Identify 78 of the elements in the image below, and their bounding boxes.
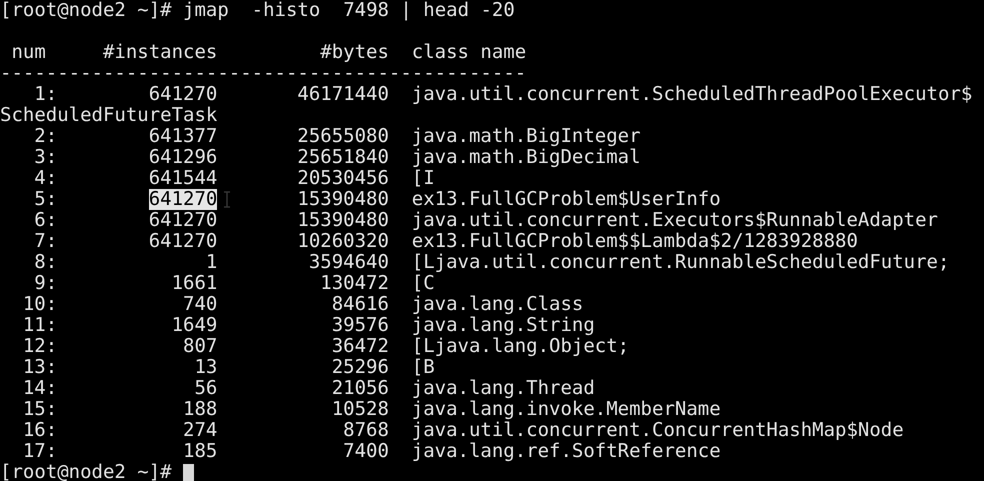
table-cell-text: [Ljava.util.concurrent.RunnableScheduledFuture; <box>412 252 950 273</box>
cursor-icon <box>183 464 194 481</box>
column-header: #bytes <box>320 42 389 63</box>
table-cell: 188 <box>183 399 218 420</box>
text-cursor-icon <box>223 191 232 208</box>
table-cell: 1649 <box>172 315 218 336</box>
table-cell: 3: <box>34 147 58 168</box>
table-cell-text: [I <box>412 168 435 189</box>
table-cell-text: java.util.concurrent.ScheduledThreadPoolExecutor$ <box>412 84 974 105</box>
table-cell-text: java.util.concurrent.ConcurrentHashMap$Node <box>412 420 905 441</box>
table-cell: 46171440 <box>297 84 389 105</box>
table-cell: 17: <box>22 441 58 462</box>
table-cell: 39576 <box>332 315 389 336</box>
table-cell-text: java.lang.ref.SoftReference <box>412 441 722 462</box>
table-cell: 740 <box>183 294 218 315</box>
table-cell: 641377 <box>148 126 218 147</box>
table-cell-text: java.math.BigDecimal <box>412 147 642 168</box>
table-cell: 5: <box>34 189 58 210</box>
table-cell: 20530456 <box>297 168 389 189</box>
table-cell: 185 <box>183 441 218 462</box>
table-cell: 25651840 <box>297 147 389 168</box>
table-cell-text: java.lang.Class <box>412 294 584 315</box>
table-cell: 7: <box>34 231 58 252</box>
table-cell: 10: <box>22 294 58 315</box>
table-cell: ScheduledFutureTask <box>0 105 218 126</box>
table-cell: 4: <box>34 168 58 189</box>
table-cell-text: java.lang.Thread <box>412 378 596 399</box>
table-cell: 16: <box>22 420 58 441</box>
table-cell: 11: <box>22 315 58 336</box>
table-cell: 9: <box>34 273 58 294</box>
table-cell: 6: <box>34 210 58 231</box>
table-cell-text: [Ljava.lang.Object; <box>412 336 630 357</box>
table-cell-text: ex13.FullGCProblem$UserInfo <box>412 189 722 210</box>
table-cell: 10528 <box>332 399 389 420</box>
table-cell: 274 <box>183 420 218 441</box>
column-header: num <box>10 42 46 63</box>
table-cell-text: java.math.BigInteger <box>412 126 642 147</box>
table-cell: 13 <box>194 357 218 378</box>
table-cell: 641270 <box>148 210 218 231</box>
table-cell: 1661 <box>172 273 218 294</box>
table-cell: 12: <box>22 336 58 357</box>
prompt-text: [root@node2 ~]# <box>0 462 172 481</box>
table-cell: 14: <box>22 378 58 399</box>
table-cell: 3594640 <box>308 252 389 273</box>
table-cell: 56 <box>194 378 218 399</box>
table-cell-text: java.lang.invoke.MemberName <box>412 399 722 420</box>
table-cell: 1: <box>34 84 58 105</box>
table-cell: 807 <box>183 336 218 357</box>
table-cell: 21056 <box>332 378 389 399</box>
table-cell: 641270 <box>148 84 218 105</box>
table-cell-text: [B <box>412 357 435 378</box>
table-cell-text: [C <box>412 273 436 294</box>
table-cell: 2: <box>34 126 58 147</box>
table-cell: 25655080 <box>297 126 389 147</box>
table-cell: 641270 <box>148 231 218 252</box>
table-cell: 641544 <box>148 168 218 189</box>
table-cell: 15390480 <box>297 189 389 210</box>
table-cell: 7400 <box>343 441 389 462</box>
table-cell-text: ex13.FullGCProblem$$Lambda$2/1283928880 <box>412 231 859 252</box>
table-cell: 13: <box>22 357 58 378</box>
prompt-text: [root@node2 ~]# <box>0 0 172 21</box>
command-text: jmap -histo 7498 | head -20 <box>183 0 515 21</box>
table-cell: 8768 <box>343 420 389 441</box>
column-header: #instances <box>102 42 218 63</box>
table-cell: 15390480 <box>297 210 389 231</box>
column-header: class name <box>412 42 528 63</box>
table-cell: 25296 <box>332 357 389 378</box>
table-cell: 10260320 <box>297 231 389 252</box>
table-cell-text: java.lang.String <box>412 315 596 336</box>
table-cell: 15: <box>22 399 58 420</box>
table-cell-text: java.util.concurrent.Executors$RunnableAdapter <box>412 210 939 231</box>
table-cell: 641296 <box>148 147 218 168</box>
table-cell: 130472 <box>320 273 389 294</box>
separator-text: ---------------------------------------------- <box>0 63 526 84</box>
table-cell: 84616 <box>332 294 389 315</box>
table-cell: 8: <box>34 252 58 273</box>
table-cell: 36472 <box>332 336 389 357</box>
table-cell: 1 <box>206 252 218 273</box>
